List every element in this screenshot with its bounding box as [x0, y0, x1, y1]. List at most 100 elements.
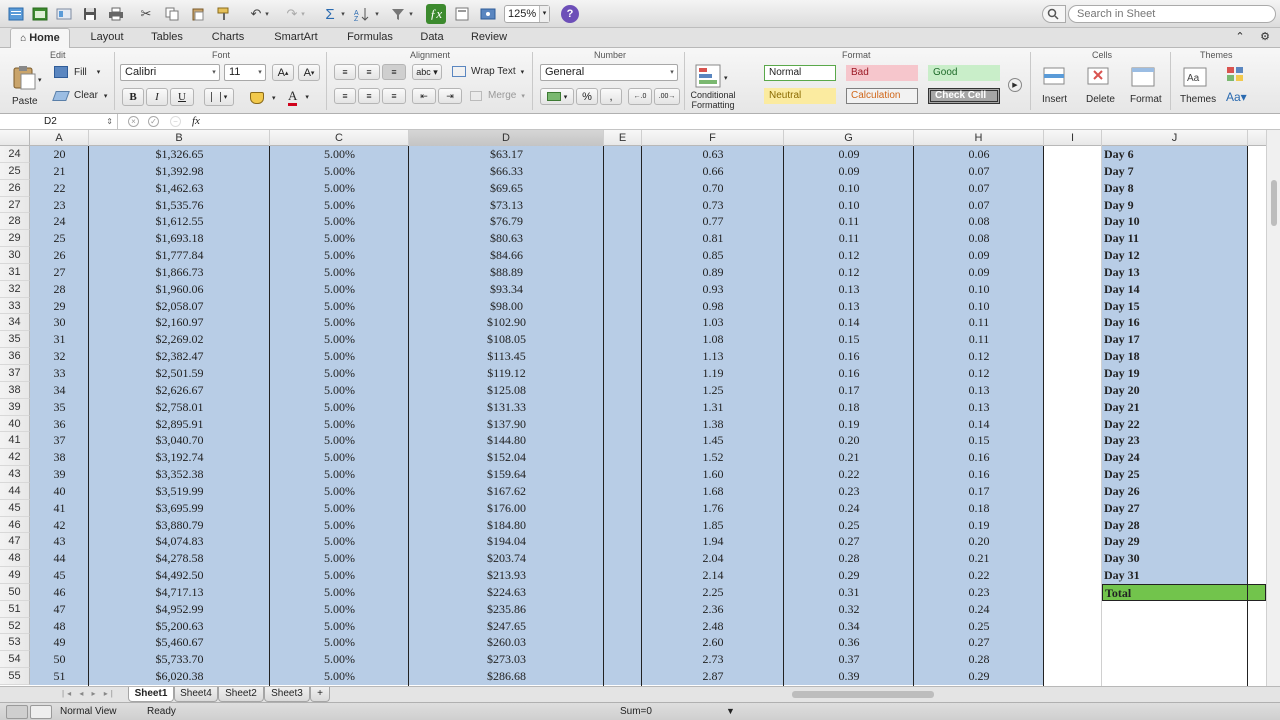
row-header[interactable]: 38	[0, 381, 30, 399]
cell-j[interactable]	[1102, 651, 1248, 668]
cell-d[interactable]: $113.45	[409, 348, 604, 365]
cell-e[interactable]	[604, 449, 642, 467]
cell-b[interactable]: $2,626.67	[89, 381, 270, 399]
insert-label[interactable]: Insert	[1042, 94, 1067, 105]
cell-a[interactable]: 35	[30, 398, 89, 416]
row-header[interactable]: 45	[0, 499, 30, 517]
merge-button[interactable]: Merge ▾	[470, 90, 525, 101]
cell-e[interactable]	[604, 263, 642, 281]
cell-i[interactable]	[1044, 500, 1102, 517]
cell-i[interactable]	[1044, 567, 1102, 584]
cell-c[interactable]: 5.00%	[270, 668, 409, 685]
cell-b[interactable]: $4,278.58	[89, 550, 270, 568]
cell-a[interactable]: 37	[30, 432, 89, 450]
cell-h[interactable]: 0.07	[914, 179, 1044, 197]
cell-f[interactable]: 1.85	[642, 516, 784, 534]
cell-a[interactable]: 38	[30, 449, 89, 467]
cell-a[interactable]: 24	[30, 213, 89, 231]
cell-i[interactable]	[1044, 651, 1102, 668]
cell-g[interactable]: 0.28	[784, 550, 914, 568]
row-header[interactable]: 55	[0, 668, 30, 685]
cell-i[interactable]	[1044, 230, 1102, 247]
cell-a[interactable]: 39	[30, 466, 89, 483]
sheet-tab-sheet3[interactable]: Sheet3	[264, 687, 310, 702]
style-calculation[interactable]: Calculation	[846, 88, 918, 104]
cell-j[interactable]: Day 11	[1102, 230, 1248, 248]
align-middle-button[interactable]: ≡	[358, 64, 380, 80]
format-cells-icon[interactable]	[1128, 64, 1160, 90]
paste-dropdown-icon[interactable]: ▾	[38, 76, 42, 84]
sum-dropdown-icon[interactable]: ▼	[726, 703, 735, 720]
cell-c[interactable]: 5.00%	[270, 415, 409, 433]
cell-d[interactable]: $224.63	[409, 583, 604, 601]
cell-f[interactable]: 1.03	[642, 314, 784, 332]
comma-style-button[interactable]: ,	[600, 88, 622, 105]
cell-b[interactable]: $3,695.99	[89, 499, 270, 517]
cell-e[interactable]	[604, 314, 642, 332]
cell-g[interactable]: 0.12	[784, 247, 914, 264]
row-header[interactable]: 41	[0, 432, 30, 450]
sort-dropdown-icon[interactable]: ▾	[372, 4, 382, 24]
cell-h[interactable]: 0.12	[914, 364, 1044, 382]
font-name-select[interactable]: Calibri ▾	[120, 64, 220, 81]
cell-j[interactable]: Day 15	[1102, 297, 1248, 315]
row-header[interactable]: 39	[0, 398, 30, 416]
row-header[interactable]: 31	[0, 263, 30, 281]
cell-g[interactable]: 0.19	[784, 415, 914, 433]
sidebar-toggle-icon[interactable]	[6, 4, 26, 24]
cell-i[interactable]	[1044, 601, 1102, 618]
sheet-tab-sheet4[interactable]: Sheet4	[174, 687, 218, 702]
paste-icon[interactable]	[188, 4, 208, 24]
cell-h[interactable]: 0.25	[914, 617, 1044, 635]
align-right-button[interactable]: ≡	[382, 88, 406, 104]
cell-a[interactable]: 44	[30, 550, 89, 568]
cell-c[interactable]: 5.00%	[270, 600, 409, 618]
vertical-scrollbar[interactable]	[1266, 130, 1280, 686]
cell-i[interactable]	[1044, 365, 1102, 382]
row-header[interactable]: 47	[0, 533, 30, 551]
cell-h[interactable]: 0.27	[914, 634, 1044, 652]
cell-g[interactable]: 0.18	[784, 398, 914, 416]
fill-color-button[interactable]: ▾	[250, 89, 284, 107]
cell-i[interactable]	[1044, 466, 1102, 483]
cell-g[interactable]: 0.23	[784, 482, 914, 500]
search-icon[interactable]	[1042, 5, 1066, 23]
cell-h[interactable]: 0.15	[914, 432, 1044, 450]
name-box[interactable]: D2 ⇕	[0, 114, 118, 129]
cell-j[interactable]: Day 30	[1102, 550, 1248, 568]
row-header[interactable]: 27	[0, 196, 30, 214]
cell-e[interactable]	[604, 482, 642, 500]
decrease-indent-button[interactable]: ⇤	[412, 88, 436, 104]
cell-d[interactable]: $167.62	[409, 482, 604, 500]
fill-button[interactable]: Fill ▾	[54, 66, 100, 78]
cell-j[interactable]: Day 24	[1102, 449, 1248, 467]
sheet-navigation-icon[interactable]: |◂ ◂ ▸ ▸|	[62, 689, 116, 698]
formula-builder-icon[interactable]: ƒx	[426, 4, 446, 24]
cell-e[interactable]	[604, 634, 642, 652]
cell-g[interactable]: 0.24	[784, 499, 914, 517]
cell-j[interactable]: Day 14	[1102, 280, 1248, 298]
cell-b[interactable]: $3,519.99	[89, 482, 270, 500]
cell-c[interactable]: 5.00%	[270, 449, 409, 467]
cell-d[interactable]: $152.04	[409, 449, 604, 467]
cell-h[interactable]: 0.07	[914, 196, 1044, 214]
row-header[interactable]: 53	[0, 634, 30, 652]
cell-e[interactable]	[604, 600, 642, 618]
cell-c[interactable]: 5.00%	[270, 651, 409, 669]
delete-label[interactable]: Delete	[1086, 94, 1115, 105]
cell-d[interactable]: $125.08	[409, 381, 604, 399]
cell-b[interactable]: $1,462.63	[89, 179, 270, 197]
row-header[interactable]: 34	[0, 314, 30, 332]
themes-label[interactable]: Themes	[1180, 94, 1216, 105]
cell-a[interactable]: 48	[30, 617, 89, 635]
cell-a[interactable]: 51	[30, 668, 89, 685]
cell-c[interactable]: 5.00%	[270, 314, 409, 332]
cell-i[interactable]	[1044, 146, 1102, 163]
cell-d[interactable]: $63.17	[409, 146, 604, 163]
cell-c[interactable]: 5.00%	[270, 550, 409, 568]
cell-i[interactable]	[1044, 213, 1102, 230]
cell-g[interactable]: 0.29	[784, 567, 914, 584]
column-header-e[interactable]: E	[604, 130, 642, 146]
cell-h[interactable]: 0.08	[914, 213, 1044, 231]
cell-f[interactable]: 1.68	[642, 482, 784, 500]
